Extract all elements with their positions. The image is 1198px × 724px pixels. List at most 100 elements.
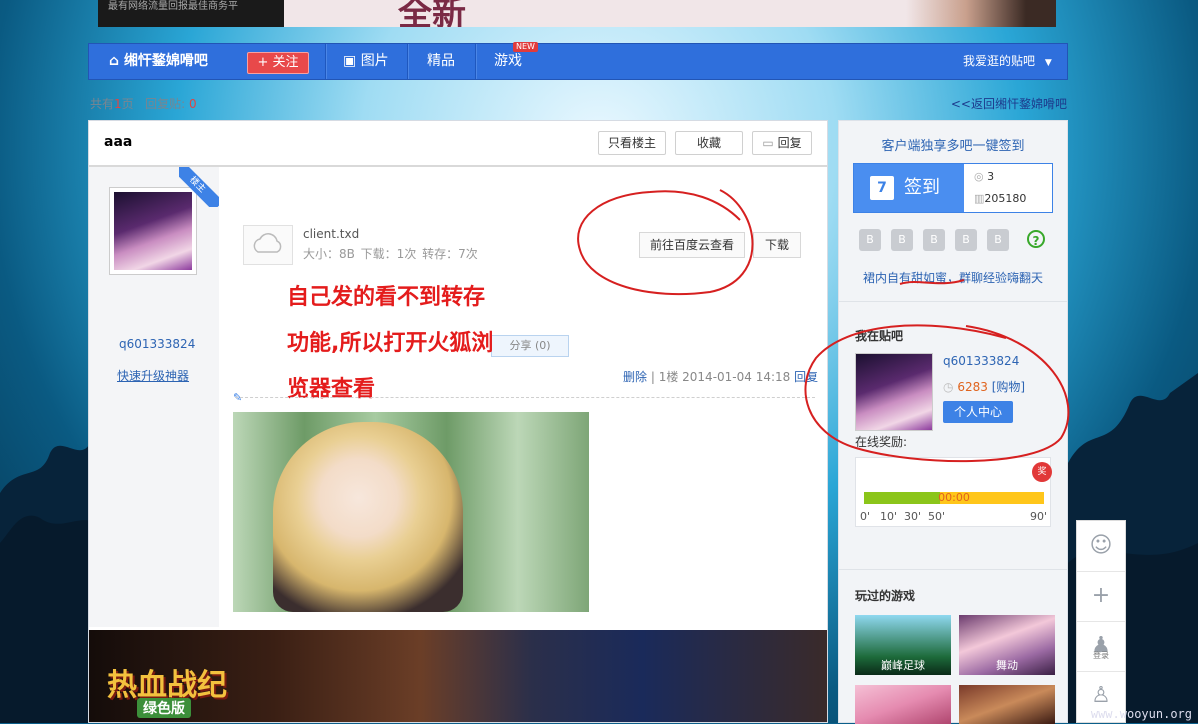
floating-toolbar: ☺ + ♟ 登录 ♙ — [1076, 520, 1126, 723]
reply-label: 回复贴: — [145, 97, 186, 111]
nav-pics-label: 图片 — [360, 53, 389, 69]
badge-icon[interactable]: B — [891, 229, 913, 251]
tick-label: 50' — [928, 510, 946, 523]
right-sidebar: 客户端独享多吧一键签到 7 签到 ◎ 3 ▥205180 B B B B B ?… — [838, 120, 1068, 724]
post-datetime: 2014-01-04 14:18 — [682, 370, 791, 384]
nav-divider — [325, 44, 327, 79]
buy-link[interactable]: [购物] — [992, 380, 1025, 394]
attachment-meta: 大小：8B 下载：1次 转存：7次 — [303, 247, 478, 261]
nav-divider — [475, 44, 477, 79]
signin-box: 7 签到 ◎ 3 ▥205180 — [853, 163, 1053, 213]
nav-divider — [407, 44, 409, 79]
badge-icon[interactable]: B — [955, 229, 977, 251]
game-caption: 舞动 — [996, 659, 1018, 672]
top-banner-text: 最有网络流量回报最佳商务平 — [98, 0, 284, 27]
game-thumb-3[interactable] — [855, 685, 951, 724]
my-forums-dropdown[interactable]: 我爱逛的贴吧 ▼ — [963, 44, 1052, 79]
divider — [235, 397, 815, 398]
game-ad-banner[interactable]: 热血战纪 绿色版 — [89, 630, 827, 722]
user-center-button[interactable]: 个人中心 — [943, 401, 1013, 423]
my-avatar[interactable] — [855, 353, 933, 431]
floor-number: 1楼 — [658, 370, 679, 384]
reply-link[interactable]: 回复 — [794, 370, 818, 384]
client-signin-link[interactable]: 客户端独享多吧一键签到 — [839, 135, 1067, 154]
game-caption: 巅峰足球 — [881, 659, 925, 672]
nav-jingpin[interactable]: 精品 — [427, 44, 455, 79]
download-button[interactable]: 下载 — [753, 232, 801, 258]
picture-icon: ▣ — [343, 53, 357, 69]
page-count: 1 — [114, 97, 122, 111]
home-icon: ⌂ — [109, 53, 120, 69]
favorite-button[interactable]: 收藏 — [675, 131, 743, 155]
my-coins: ◷ 6283 [购物] — [943, 378, 1025, 395]
post-image[interactable] — [233, 412, 589, 612]
post-panel: aaa 只看楼主 收藏 ▭ 回复 楼主 q601333824 快速升级神器 cl… — [88, 120, 828, 723]
sign-rank-value: 205180 — [984, 192, 1027, 205]
post-meta: 删除 | 1楼 2014-01-04 14:18 回复 — [623, 370, 819, 384]
caret-down-icon: ▼ — [1044, 58, 1052, 68]
post-title: aaa — [104, 134, 133, 150]
follow-label: 关注 — [272, 55, 299, 70]
divider — [839, 569, 1067, 570]
sign-days: ◎ 3 — [974, 170, 994, 183]
comment-icon: ▭ — [762, 136, 774, 150]
game-thumb-dance[interactable]: 舞动 — [959, 615, 1055, 675]
my-forum-title: 我在贴吧 — [855, 329, 904, 343]
calendar-icon: 7 — [870, 176, 894, 200]
annotation-line-1: 自己发的看不到转存 — [287, 285, 486, 310]
tick-label: 10' — [880, 510, 898, 523]
share-button[interactable]: 分享 (0) — [491, 335, 569, 357]
played-games-title: 玩过的游戏 — [855, 589, 916, 603]
top-banner-headline: 全新 — [398, 0, 466, 27]
coin-icon: ◷ — [943, 380, 954, 394]
game-ad-subtitle: 绿色版 — [137, 698, 191, 718]
annotation-line-2: 功能,所以打开火狐浏 — [287, 331, 494, 356]
forum-home-link[interactable]: ⌂ 缃忓鍪婂嗗吧 — [109, 44, 208, 79]
upgrade-link[interactable]: 快速升级神器 — [117, 367, 189, 384]
forum-nav-bar: ⌂ 缃忓鍪婂嗗吧 + 关注 ▣ 图片 精品 游戏 NEW 我爱逛的贴吧 ▼ — [88, 42, 1068, 80]
online-reward-label: 在线奖励: — [855, 435, 908, 449]
my-forums-label: 我爱逛的贴吧 — [963, 54, 1036, 68]
nav-pics[interactable]: ▣ 图片 — [343, 44, 389, 79]
signin-button[interactable]: 7 签到 — [854, 164, 964, 212]
top-banner-image — [906, 0, 1056, 27]
follow-button[interactable]: + 关注 — [247, 52, 309, 74]
login-user-icon[interactable]: ♟ 登录 — [1077, 621, 1125, 672]
my-username[interactable]: q601333824 — [943, 354, 1019, 368]
owner-badge: 楼主 — [179, 167, 219, 207]
watermark: www.wooyun.org — [1090, 707, 1192, 721]
back-to-forum-link[interactable]: <<返回缃忓鍪婂嗗吧 — [951, 95, 1067, 112]
post-title-bar: aaa 只看楼主 收藏 ▭ 回复 — [89, 121, 827, 167]
delete-link[interactable]: 删除 — [623, 370, 647, 384]
tick-label: 90' — [1030, 510, 1048, 523]
tick-label: 30' — [904, 510, 922, 523]
game-thumb-football[interactable]: 巅峰足球 — [855, 615, 951, 675]
badge-icon[interactable]: B — [987, 229, 1009, 251]
only-owner-button[interactable]: 只看楼主 — [598, 131, 666, 155]
annotation-line-3: 览器查看 — [287, 377, 376, 402]
forum-name: 缃忓鍪婂嗗吧 — [123, 53, 208, 69]
plus-icon[interactable]: + — [1077, 571, 1125, 622]
gift-icon[interactable]: 奖 — [1032, 462, 1052, 482]
total-prefix: 共有 — [90, 97, 115, 111]
pages-suffix: 页 — [121, 97, 134, 111]
rank-icon: ▥ — [974, 192, 985, 205]
signin-label: 签到 — [904, 177, 940, 198]
coins-value: 6283 — [957, 380, 988, 394]
pin-icon: ◎ — [974, 170, 984, 183]
badge-icon[interactable]: B — [859, 229, 881, 251]
game-thumb-4[interactable] — [959, 685, 1055, 724]
help-icon[interactable]: ? — [1027, 230, 1045, 248]
goto-baidu-cloud-button[interactable]: 前往百度云查看 — [639, 232, 745, 258]
sign-rank: ▥205180 — [974, 192, 1026, 205]
reply-button[interactable]: ▭ 回复 — [752, 131, 812, 155]
page-stats: 共有1页 回复贴: 0 — [90, 95, 197, 112]
divider — [839, 301, 1067, 302]
group-chat-promo[interactable]: 裙内自有甜如蜜，群聊经验嗨翻天 — [839, 269, 1067, 286]
badge-icon[interactable]: B — [923, 229, 945, 251]
author-name[interactable]: q601333824 — [119, 337, 195, 351]
cloud-icon — [243, 225, 293, 265]
top-ad-banner[interactable]: 最有网络流量回报最佳商务平 全新 — [98, 0, 1056, 27]
owner-badge-label: 楼主 — [179, 167, 219, 207]
emoji-bear-icon[interactable]: ☺ — [1077, 521, 1125, 572]
